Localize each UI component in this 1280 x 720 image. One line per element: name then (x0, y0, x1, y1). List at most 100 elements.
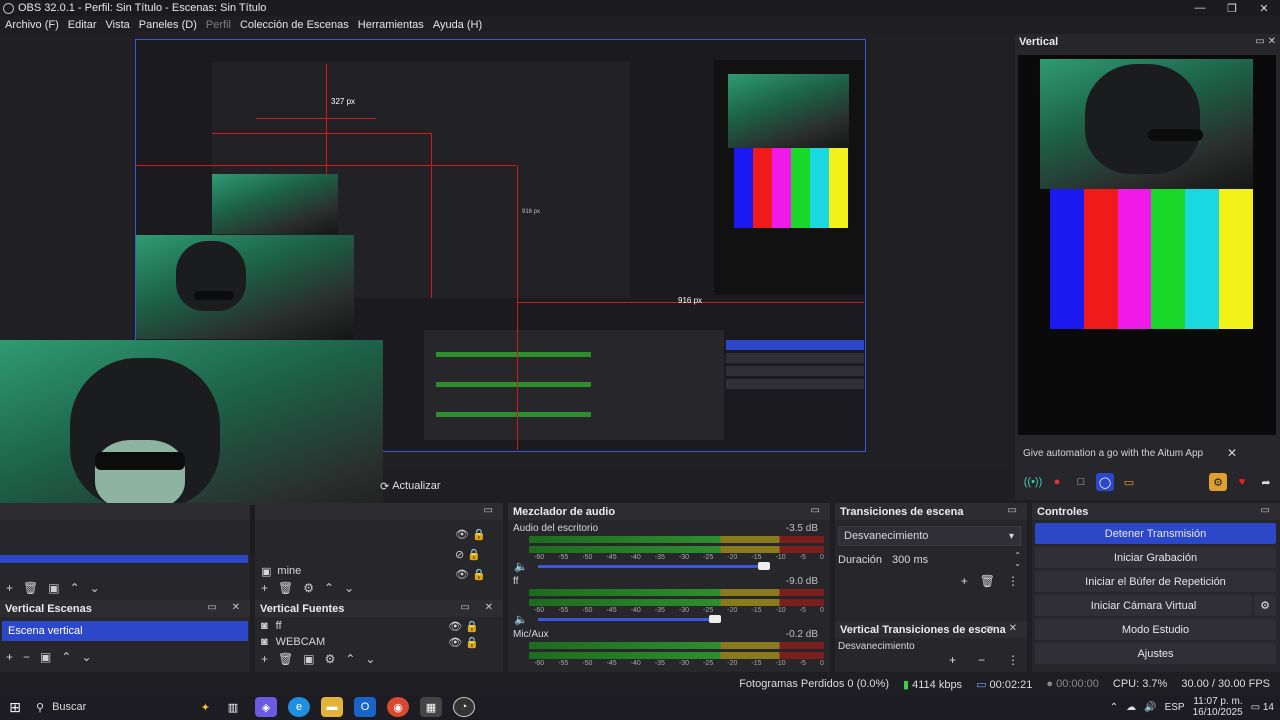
move-down-icon[interactable]: ⌄ (81, 650, 91, 664)
speaker-icon[interactable]: 🔊 (1144, 702, 1156, 713)
settings-button[interactable]: Ajustes (1035, 643, 1276, 664)
studio-mode-icon[interactable]: ▭ (1120, 473, 1138, 491)
record-icon[interactable]: ● (1048, 473, 1066, 491)
windows-start-icon[interactable]: ⊞ (0, 699, 30, 716)
chrome-icon[interactable]: ◉ (387, 697, 409, 717)
duration-input[interactable]: 300 ms (892, 554, 1014, 566)
network-icon[interactable]: ☁ (1126, 702, 1136, 713)
tray-chevron-icon[interactable]: ⌃ (1110, 702, 1118, 713)
move-up-icon[interactable]: ⌃ (70, 581, 80, 595)
volume-slider-knob[interactable] (758, 562, 770, 570)
eye-icon[interactable]: 👁 🔒 (455, 565, 486, 585)
remove-scene-icon[interactable]: 🗑 (23, 581, 38, 595)
menu-help[interactable]: Ayuda (H) (433, 19, 482, 31)
dock-float-close[interactable]: ▭ ✕ (207, 602, 246, 613)
eye-hidden-icon[interactable]: ⊘ 🔒 (455, 545, 486, 565)
remove-source-icon[interactable]: 🗑 (278, 652, 293, 666)
volume-slider-knob[interactable] (709, 615, 721, 623)
language-indicator[interactable]: ESP (1165, 702, 1185, 713)
scene-item-selected[interactable] (0, 555, 248, 563)
notification-icon[interactable]: ▭ 14 (1251, 702, 1274, 713)
eye-icon[interactable]: 👁 🔒 (455, 525, 486, 545)
share-icon[interactable]: ➦ (1257, 473, 1275, 491)
duration-stepper[interactable]: ⌃ ⌄ (1014, 552, 1021, 568)
filter-icon[interactable]: ▣ (303, 652, 314, 666)
menu-file[interactable]: Archivo (F) (5, 19, 59, 31)
add-transition-icon[interactable]: + (961, 574, 968, 588)
move-up-icon[interactable]: ⌃ (324, 581, 334, 595)
speaker-icon[interactable]: 🔈 (514, 613, 528, 626)
maximize-button[interactable]: ❐ (1216, 0, 1248, 16)
eye-icon[interactable]: 👁 🔒 (448, 620, 479, 633)
add-source-icon[interactable]: + (261, 581, 268, 595)
transition-menu-icon[interactable]: ⋮ (1007, 653, 1019, 667)
vertical-transition-select[interactable]: Desvanecimiento (838, 641, 1021, 653)
add-transition-icon[interactable]: + (949, 653, 956, 667)
move-up-icon[interactable]: ⌃ (345, 652, 355, 666)
file-explorer-icon[interactable]: ▬ (321, 697, 343, 717)
dock-float-icon[interactable]: ▭ (1261, 505, 1276, 516)
task-view-icon[interactable]: ▥ (222, 697, 244, 717)
outlook-icon[interactable]: O (354, 697, 376, 717)
menu-scene-collection[interactable]: Colección de Escenas (240, 19, 349, 31)
filter-icon[interactable]: ▣ (48, 581, 59, 595)
start-recording-button[interactable]: Iniciar Grabación (1035, 547, 1276, 568)
add-scene-icon[interactable]: + (6, 650, 13, 664)
menu-profile[interactable]: Perfil (206, 19, 231, 31)
remove-transition-icon[interactable]: 🗑 (980, 574, 995, 588)
remove-scene-icon[interactable]: − (23, 650, 30, 664)
start-virtual-camera-button[interactable]: Iniciar Cámara Virtual (1035, 595, 1252, 616)
taskbar-search[interactable]: ⚲ Buscar ✦ (30, 696, 210, 718)
store-icon[interactable]: ▦ (420, 697, 442, 717)
dock-float-close[interactable]: ▭ ✕ (1255, 36, 1276, 47)
close-button[interactable]: ✕ (1248, 0, 1280, 16)
start-replay-buffer-button[interactable]: Iniciar el Búfer de Repetición (1035, 571, 1276, 592)
filter-icon[interactable]: ▣ (40, 650, 51, 664)
menu-docks[interactable]: Paneles (D) (139, 19, 197, 31)
controls-dock: Controles ▭ Detener Transmisión Iniciar … (1032, 503, 1280, 672)
clock[interactable]: 11:07 p. m. 16/10/2025 (1193, 696, 1243, 718)
menu-edit[interactable]: Editar (68, 19, 97, 31)
move-down-icon[interactable]: ⌄ (365, 652, 375, 666)
source-properties-icon[interactable]: ⚙ (303, 581, 314, 595)
eye-icon[interactable]: 👁 🔒 (448, 636, 479, 649)
edge-icon[interactable]: e (288, 697, 310, 717)
volume-slider[interactable] (538, 615, 721, 623)
transition-menu-icon[interactable]: ⋮ (1007, 574, 1019, 588)
dock-float-close[interactable]: ▭ ✕ (460, 602, 499, 613)
add-scene-icon[interactable]: + (6, 581, 13, 595)
transition-select[interactable]: Desvanecimiento (838, 526, 1021, 546)
source-properties-icon[interactable]: ⚙ (325, 652, 336, 666)
menu-view[interactable]: Vista (106, 19, 130, 31)
studio-mode-button[interactable]: Modo Estudio (1035, 619, 1276, 640)
remove-source-icon[interactable]: 🗑 (278, 581, 293, 595)
move-up-icon[interactable]: ⌃ (61, 650, 71, 664)
obs-taskbar-icon[interactable]: ◔ (453, 697, 475, 717)
source-item-webcam[interactable]: ◙ WEBCAM 👁 🔒 (255, 635, 503, 649)
stream-icon[interactable]: ((•)) (1024, 473, 1043, 491)
settings-icon[interactable]: ⚙ (1209, 473, 1227, 491)
stop-stream-button[interactable]: Detener Transmisión (1035, 523, 1276, 544)
dock-float-icon[interactable]: ▭ (1008, 505, 1023, 516)
virtualcam-icon[interactable]: ◯ (1096, 473, 1114, 491)
remove-transition-icon[interactable]: − (978, 653, 985, 667)
close-notice-icon[interactable]: ✕ (1227, 446, 1237, 460)
menu-tools[interactable]: Herramientas (358, 19, 424, 31)
virtual-camera-settings-icon[interactable]: ⚙ (1254, 595, 1276, 616)
heart-icon[interactable]: ♥ (1233, 473, 1251, 491)
refresh-button[interactable]: ⟳ Actualizar (380, 477, 450, 495)
copilot-icon[interactable]: ◈ (255, 697, 277, 717)
dock-float-icon[interactable]: ▭ (811, 505, 826, 516)
speaker-icon[interactable]: 🔈 (514, 560, 528, 573)
add-source-icon[interactable]: + (261, 652, 268, 666)
volume-slider[interactable] (538, 562, 770, 570)
dock-float-close[interactable]: ▭ ✕ (984, 623, 1023, 634)
source-item-ff[interactable]: ◙ ff 👁 🔒 (255, 617, 503, 635)
nested-webcam (136, 235, 354, 339)
minimize-button[interactable]: — (1184, 0, 1216, 16)
move-down-icon[interactable]: ⌄ (90, 581, 100, 595)
scene-item-escena-vertical[interactable]: Escena vertical (2, 621, 248, 641)
dock-float-icon[interactable]: ▭ (484, 505, 499, 516)
move-down-icon[interactable]: ⌄ (344, 581, 354, 595)
replay-buffer-icon[interactable]: □ (1072, 473, 1090, 491)
